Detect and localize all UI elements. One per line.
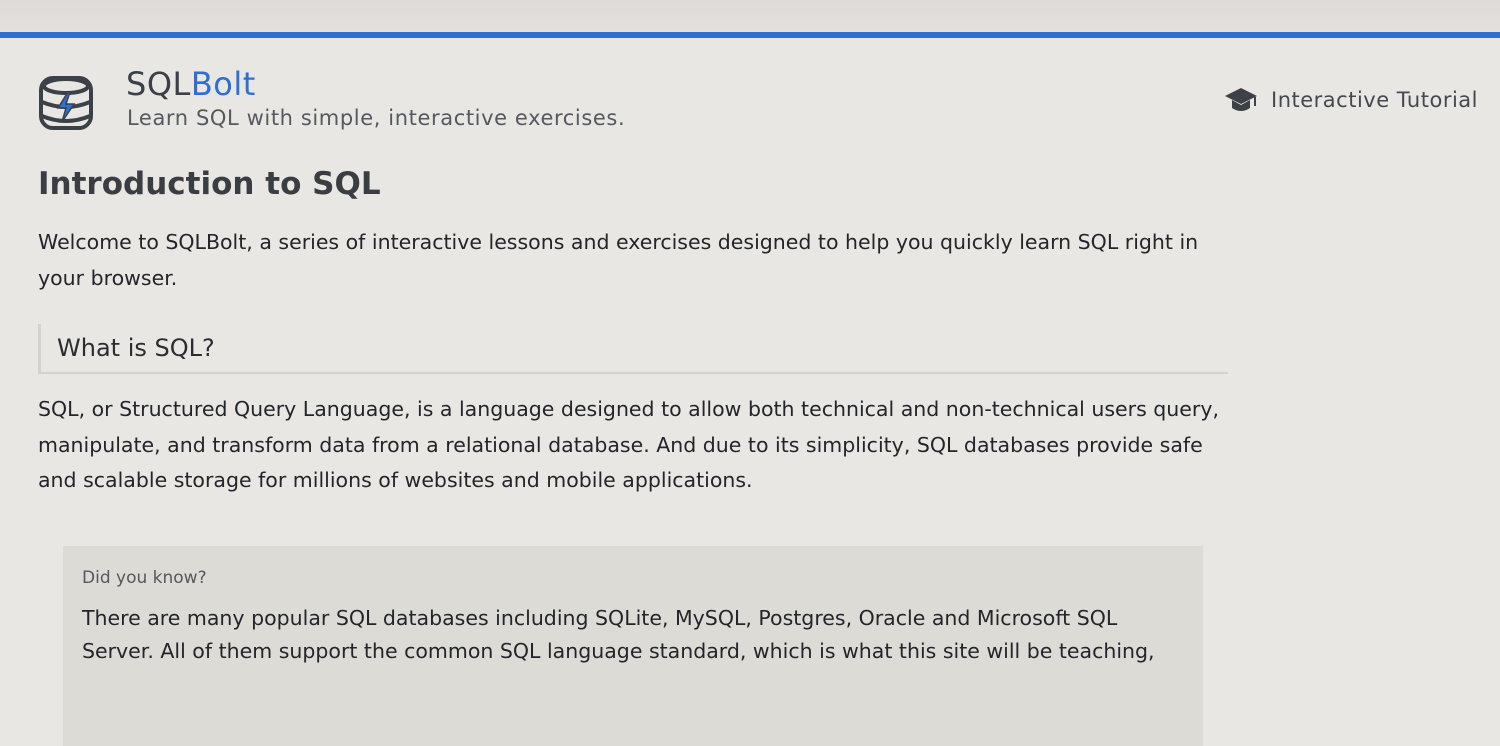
- graduation-cap-icon: [1225, 88, 1257, 111]
- section-heading: What is SQL?: [38, 324, 1228, 374]
- browser-top-area: [0, 0, 1500, 32]
- site-brand[interactable]: SQLBolt: [126, 64, 256, 104]
- site-tagline: Learn SQL with simple, interactive exerc…: [127, 106, 626, 130]
- did-you-know-callout: Did you know? There are many popular SQL…: [63, 546, 1203, 746]
- page: SQLBolt Learn SQL with simple, interacti…: [0, 38, 1500, 746]
- interactive-tutorial-link[interactable]: Interactive Tutorial: [1223, 82, 1478, 118]
- callout-title: Did you know?: [82, 568, 207, 588]
- lesson-content: Introduction to SQL Welcome to SQLBolt, …: [38, 164, 1228, 499]
- section-heading-text: What is SQL?: [57, 334, 215, 362]
- interactive-tutorial-label: Interactive Tutorial: [1271, 88, 1478, 112]
- brand-bolt: Bolt: [190, 65, 256, 103]
- database-bolt-icon[interactable]: [36, 72, 96, 134]
- section-paragraph: SQL, or Structured Query Language, is a …: [38, 397, 1219, 492]
- intro-paragraph: Welcome to SQLBolt, a series of interact…: [38, 230, 1199, 290]
- brand-sql: SQL: [126, 65, 191, 103]
- callout-body: There are many popular SQL databases inc…: [82, 606, 1155, 663]
- page-title: Introduction to SQL: [38, 166, 381, 202]
